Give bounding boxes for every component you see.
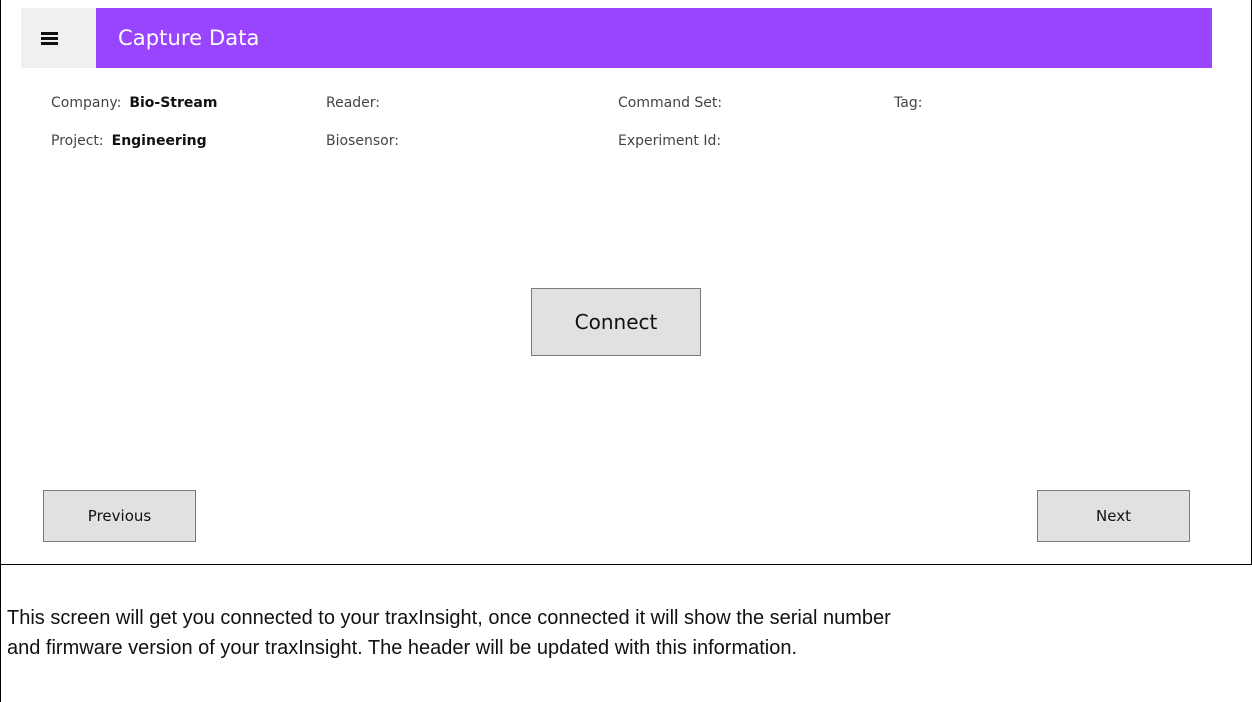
connect-button[interactable]: Connect <box>531 288 701 356</box>
previous-button[interactable]: Previous <box>43 490 196 542</box>
company-value: Bio-Stream <box>129 95 218 111</box>
company-info: Company: Bio-Stream <box>51 95 217 111</box>
app-header-bar: Capture Data <box>96 8 1212 68</box>
menu-button[interactable] <box>21 8 96 68</box>
description-line-2: and firmware version of your traxInsight… <box>7 637 798 659</box>
reader-label: Reader: <box>326 95 381 111</box>
hamburger-menu-icon <box>41 31 58 45</box>
next-button[interactable]: Next <box>1037 490 1190 542</box>
tag-label: Tag: <box>894 95 923 111</box>
project-label: Project: <box>51 133 104 149</box>
description-line-1: This screen will get you connected to yo… <box>7 607 891 629</box>
table-border-left <box>0 0 1 702</box>
table-row-divider <box>0 564 1252 565</box>
project-info: Project: Engineering <box>51 133 207 149</box>
experiment-id-label: Experiment Id: <box>618 133 722 149</box>
biosensor-label: Biosensor: <box>326 133 399 149</box>
project-value: Engineering <box>111 133 207 149</box>
page-title: Capture Data <box>118 26 260 50</box>
company-label: Company: <box>51 95 122 111</box>
command-set-label: Command Set: <box>618 95 723 111</box>
description-text: This screen will get you connected to yo… <box>7 603 1237 663</box>
